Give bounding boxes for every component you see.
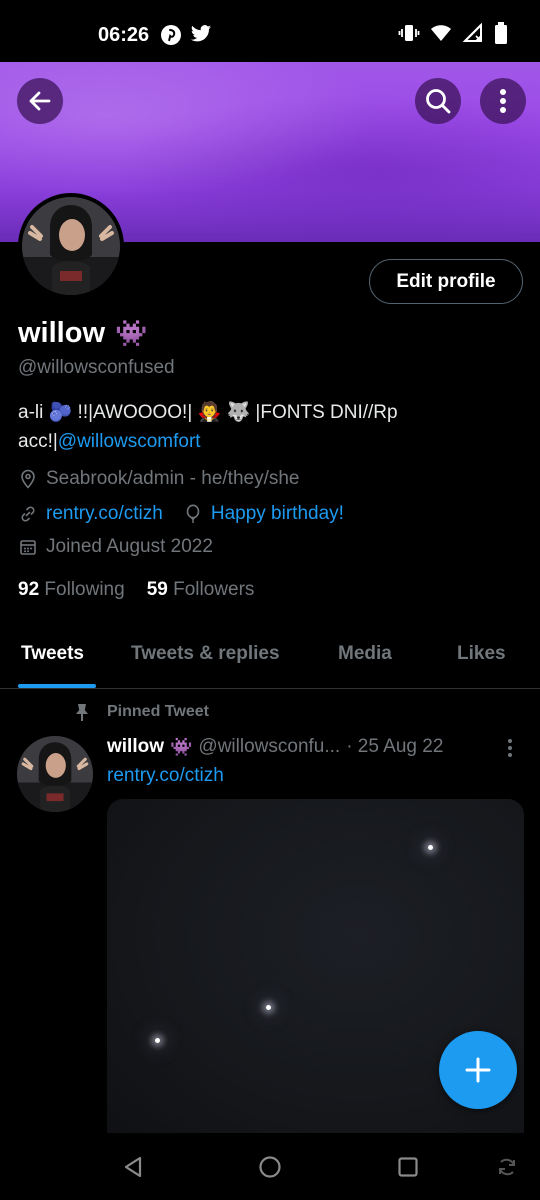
pinterest-icon: [161, 25, 181, 45]
tweet-header: willow 👾 @willowsconfu... · 25 Aug 22: [107, 736, 527, 758]
joined-row: Joined August 2022: [18, 536, 213, 558]
search-button[interactable]: [415, 78, 461, 124]
follow-stats: 92 Following 59 Followers: [18, 579, 254, 601]
more-vertical-icon: [508, 739, 512, 757]
tweet-author-name[interactable]: willow: [107, 736, 164, 758]
twitter-icon: [190, 25, 212, 42]
no-signal-icon: [462, 22, 482, 42]
tweet-avatar-photo: [17, 736, 93, 812]
tweet-author-handle: @willowsconfu...: [198, 736, 341, 757]
following-link[interactable]: 92 Following: [18, 579, 125, 601]
square-recents-icon: [398, 1157, 418, 1177]
more-vertical-icon: [500, 89, 506, 113]
search-icon: [426, 89, 451, 114]
tab-media[interactable]: Media: [338, 643, 392, 665]
rotate-icon[interactable]: [493, 1153, 521, 1181]
status-system-icons: [398, 22, 508, 44]
tweet-date: · 25 Aug 22: [346, 736, 444, 757]
link-icon: [18, 504, 38, 524]
pinned-label: Pinned Tweet: [73, 702, 209, 722]
birthday-text: Happy birthday!: [210, 503, 344, 524]
profile-avatar[interactable]: [18, 193, 124, 299]
status-time: 06:26: [98, 24, 150, 46]
website-birthday-row: rentry.co/ctizh Happy birthday!: [18, 503, 344, 525]
nav-recents-button[interactable]: [394, 1153, 422, 1181]
wifi-icon: [431, 25, 451, 41]
location-row: Seabrook/admin - he/they/she: [18, 468, 300, 490]
tab-likes[interactable]: Likes: [457, 643, 506, 665]
tweet-text-link[interactable]: rentry.co/ctizh: [107, 765, 224, 787]
system-nav-bar: [0, 1133, 540, 1200]
followers-label: Followers: [173, 579, 255, 600]
triangle-back-icon: [124, 1156, 142, 1178]
location-text: Seabrook/admin - he/they/she: [46, 468, 300, 489]
joined-text: Joined August 2022: [46, 536, 213, 557]
following-count: 92: [18, 579, 40, 600]
tweet-more-button[interactable]: [506, 738, 514, 763]
bio-mention-link[interactable]: @willowscomfort: [58, 431, 201, 452]
battery-icon: [495, 22, 507, 44]
display-name: willow: [18, 317, 105, 349]
status-bar: 06:26: [0, 0, 540, 62]
active-tab-indicator: [18, 684, 96, 688]
pin-icon: [76, 704, 88, 721]
nav-home-button[interactable]: [256, 1153, 284, 1181]
calendar-icon: [18, 537, 38, 557]
tab-tweets-replies[interactable]: Tweets & replies: [131, 643, 280, 665]
status-app-icons: [160, 24, 212, 46]
profile-tabs: Tweets Tweets & replies Media Likes: [0, 625, 540, 689]
image-star: [155, 1038, 160, 1043]
more-options-button[interactable]: [480, 78, 526, 124]
vibrate-icon: [398, 25, 420, 41]
image-star: [266, 1005, 271, 1010]
followers-count: 59: [146, 579, 168, 600]
profile-handle: @willowsconfused: [18, 357, 175, 378]
rotate-svg: [499, 1158, 515, 1176]
tweet-name-emoji: 👾: [170, 736, 193, 757]
pinned-text: Pinned Tweet: [107, 703, 209, 720]
nav-back-button[interactable]: [119, 1153, 147, 1181]
edit-profile-button[interactable]: Edit profile: [369, 259, 523, 304]
following-label: Following: [44, 579, 125, 600]
location-pin-icon: [18, 469, 38, 489]
website-link[interactable]: rentry.co/ctizh: [46, 503, 163, 525]
image-star: [428, 845, 433, 850]
back-button[interactable]: [17, 78, 63, 124]
tweet-avatar[interactable]: [17, 736, 93, 812]
compose-tweet-button[interactable]: [439, 1031, 517, 1109]
tab-tweets[interactable]: Tweets: [21, 643, 84, 665]
plus-icon: [465, 1057, 491, 1083]
arrow-left-icon: [29, 91, 51, 111]
name-emoji: 👾: [115, 318, 148, 348]
circle-home-icon: [259, 1156, 281, 1178]
followers-link[interactable]: 59 Followers: [147, 579, 255, 601]
profile-bio: a-li 🫐 !!|AWOOOO!| 🧛 🐺 |FONTS DNI//Rp ac…: [18, 398, 518, 456]
name-row: willow 👾: [18, 317, 147, 350]
avatar-photo: [22, 197, 120, 295]
balloon-icon: [183, 504, 203, 524]
